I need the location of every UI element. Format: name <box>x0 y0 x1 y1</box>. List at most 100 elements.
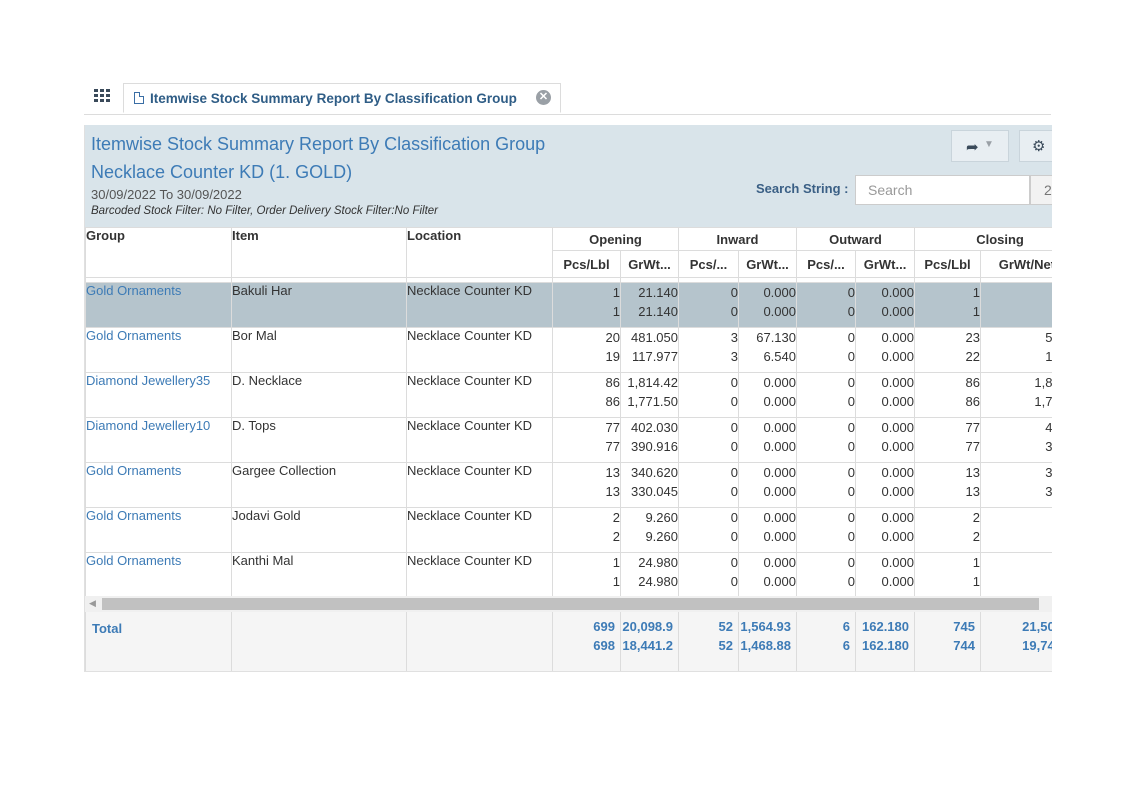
total-line-secondary: 18,441.2 <box>622 638 673 653</box>
apps-grid-icon[interactable] <box>94 88 112 106</box>
table-row[interactable]: Gold Ornaments Gargee Collection Necklace … <box>85 462 1052 508</box>
value-cell: 0.000 0.000 <box>854 372 916 418</box>
share-icon: ➦ <box>966 139 979 156</box>
col-header-closing: Closing <box>914 227 1052 251</box>
total-value-cell: 1,564.93 1,468.88 <box>738 612 797 671</box>
share-button[interactable]: ➦ ▼ <box>951 130 1009 162</box>
search-label: Search String : <box>756 181 849 196</box>
tab-label: Itemwise Stock Summary Report By Classif… <box>150 91 517 106</box>
search-input[interactable] <box>855 175 1030 205</box>
value-line-secondary: 1 <box>612 574 620 589</box>
group-link[interactable]: Gold Ornaments <box>85 462 232 508</box>
col-header-item[interactable]: Item <box>231 227 407 278</box>
table-row[interactable]: Diamond Jewellery10 D. Tops Necklace Count… <box>85 417 1052 463</box>
value-line-secondary: 0 <box>847 484 855 499</box>
col-header-outward-grwt[interactable]: GrWt... <box>854 250 916 278</box>
group-link[interactable]: Gold Ornaments <box>85 507 232 553</box>
item-cell: D. Necklace <box>231 372 407 418</box>
total-line-secondary: 6 <box>842 638 850 653</box>
value-line-secondary: 1,771.50 <box>627 394 678 409</box>
item-cell: D. Tops <box>231 417 407 463</box>
close-tab-icon[interactable]: ✕ <box>536 90 551 105</box>
value-line-primary: 0 <box>730 285 738 300</box>
table-row[interactable]: Gold Ornaments Kanthi Mal Necklace Counter… <box>85 552 1052 598</box>
total-line-primary: 20,098.9 <box>622 619 673 634</box>
value-line-primary: 0.000 <box>881 330 915 345</box>
table-row[interactable]: Gold Ornaments Jodavi Gold Necklace Counte… <box>85 507 1052 553</box>
table-row[interactable]: Gold Ornaments Bor Mal Necklace Counter KD… <box>85 327 1052 373</box>
value-cell: 481.050 117.977 <box>620 327 679 373</box>
total-line-primary: 1,564.93 <box>740 619 791 634</box>
location-cell: Necklace Counter KD <box>406 552 553 598</box>
value-cell: 0.000 0.000 <box>738 372 797 418</box>
value-cell: 11 <box>552 552 621 598</box>
col-header-closing-grwt[interactable]: GrWt/NetW <box>980 250 1052 278</box>
table-row[interactable]: Diamond Jewellery35 D. Necklace Necklace C… <box>85 372 1052 418</box>
group-link[interactable]: Gold Ornaments <box>85 282 232 328</box>
item-cell: Bor Mal <box>231 327 407 373</box>
horizontal-scrollbar[interactable]: ◀ <box>85 596 1052 612</box>
col-header-group[interactable]: Group <box>85 227 232 278</box>
col-header-outward: Outward <box>795 227 916 251</box>
col-header-inward-pcs[interactable]: Pcs/... <box>678 250 739 278</box>
value-cell: 340.62 330.04 <box>980 462 1052 508</box>
col-header-closing-pcs[interactable]: Pcs/Lbl <box>914 250 982 278</box>
value-line-secondary: 330.045 <box>631 484 678 499</box>
report-subtitle: Necklace Counter KD (1. GOLD) <box>91 162 353 182</box>
value-line-secondary: 1 <box>972 304 981 319</box>
value-line-secondary: 77 <box>965 439 981 454</box>
col-header-location[interactable]: Location <box>406 227 553 278</box>
value-line-primary: 402.03 <box>1045 420 1052 435</box>
value-line-secondary: 0.000 <box>763 484 796 499</box>
col-header-outward-pcs[interactable]: Pcs/... <box>796 250 856 278</box>
value-line-primary: 2 <box>972 510 981 525</box>
value-cell: 548.18 124.51 <box>980 327 1052 373</box>
tab-report[interactable]: Itemwise Stock Summary Report By Classif… <box>123 83 561 113</box>
value-cell: 1,814.42 1,771.50 <box>980 372 1052 418</box>
value-line-primary: 402.030 <box>631 420 678 435</box>
report-header: Itemwise Stock Summary Report By Classif… <box>85 125 1052 227</box>
total-value-cell: 21,501.65 19,747.95 <box>980 612 1052 671</box>
table-row[interactable]: Gold Ornaments Bakuli Har Necklace Counter… <box>85 282 1052 328</box>
group-link[interactable]: Diamond Jewellery35 <box>85 372 232 418</box>
document-icon <box>134 92 144 104</box>
value-line-secondary: 0.000 <box>881 349 915 364</box>
group-link[interactable]: Gold Ornaments <box>85 327 232 373</box>
value-cell: 00 <box>796 282 856 328</box>
value-line-secondary: 21.14 <box>982 302 1052 321</box>
value-line-secondary: 0.000 <box>881 439 915 454</box>
value-line-secondary: 0 <box>730 529 738 544</box>
value-cell: 0.000 0.000 <box>738 417 797 463</box>
value-cell: 1,814.42 1,771.50 <box>620 372 679 418</box>
scrollbar-thumb[interactable] <box>102 598 1039 610</box>
col-header-opening-pcs[interactable]: Pcs/Lbl <box>552 250 621 278</box>
value-cell: 13 13 <box>552 462 621 508</box>
value-line-primary: 0 <box>847 510 855 525</box>
value-line-secondary: 0.000 <box>881 529 915 544</box>
value-line-secondary: 0.000 <box>763 574 796 589</box>
value-cell: 0.000 0.000 <box>854 507 916 553</box>
group-link[interactable]: Diamond Jewellery10 <box>85 417 232 463</box>
value-cell: 0.000 0.000 <box>854 417 916 463</box>
value-line-secondary: 0 <box>847 349 855 364</box>
value-cell: 77 77 <box>552 417 621 463</box>
value-cell: 11 <box>914 552 982 598</box>
col-header-opening-grwt[interactable]: GrWt... <box>620 250 679 278</box>
value-line-secondary: 0.000 <box>881 484 915 499</box>
total-line-primary: 162.180 <box>862 619 909 634</box>
page-size-box[interactable]: 2 <box>1030 175 1052 205</box>
location-cell: Necklace Counter KD <box>406 282 553 328</box>
value-line-primary: 86 <box>965 375 981 390</box>
col-header-inward-grwt[interactable]: GrWt... <box>738 250 797 278</box>
value-line-primary: 0.000 <box>881 465 915 480</box>
value-line-primary: 13 <box>605 465 620 480</box>
settings-button[interactable]: ⚙ <box>1019 130 1052 162</box>
value-line-primary: 23 <box>965 330 981 345</box>
value-line-secondary: 24.980 <box>638 574 678 589</box>
value-cell: 21.140 21.140 <box>620 282 679 328</box>
group-link[interactable]: Gold Ornaments <box>85 552 232 598</box>
value-line-primary: 0 <box>730 555 738 570</box>
value-line-secondary: 19 <box>605 349 620 364</box>
value-line-primary: 1 <box>612 285 620 300</box>
scroll-left-icon[interactable]: ◀ <box>89 598 96 609</box>
